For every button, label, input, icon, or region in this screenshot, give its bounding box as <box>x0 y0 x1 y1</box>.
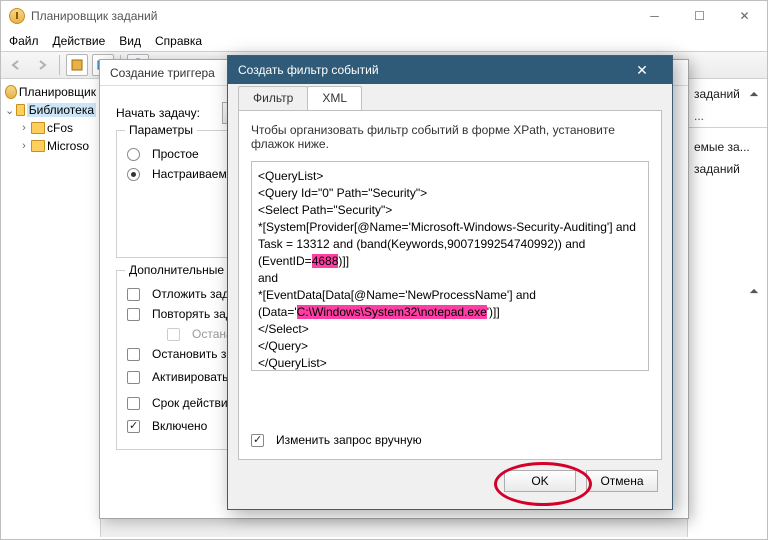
clock-icon <box>5 85 17 99</box>
tree-library[interactable]: ⌄Библиотека <box>1 101 100 119</box>
ok-button[interactable]: OK <box>504 470 576 492</box>
actions-item[interactable]: емые за... <box>692 136 763 158</box>
chevron-up-icon <box>747 87 761 101</box>
tab-body: Чтобы организовать фильтр событий в форм… <box>238 110 662 460</box>
maximize-button[interactable]: ☐ <box>677 2 722 30</box>
folder-icon <box>16 104 25 116</box>
expand-icon[interactable]: ⌄ <box>5 104 14 117</box>
start-label: Начать задачу: <box>116 106 216 120</box>
dialog-titlebar[interactable]: Создать фильтр событий ✕ <box>228 56 672 84</box>
tree-root[interactable]: Планировщик <box>1 83 100 101</box>
radio-icon <box>127 168 140 181</box>
modify-manually-check[interactable]: Изменить запрос вручную <box>251 433 422 447</box>
highlight-eventid: 4688 <box>312 254 339 268</box>
forward-button[interactable] <box>31 54 53 76</box>
dialog-title: Создание триггера <box>110 66 215 80</box>
app-icon <box>9 8 25 24</box>
actions-panel: заданий ... емые за... заданий <box>687 79 767 537</box>
menu-view[interactable]: Вид <box>119 34 141 48</box>
tabstrip: Фильтр XML <box>228 84 672 110</box>
actions-item[interactable]: заданий <box>692 83 763 105</box>
actions-dots: ... <box>692 105 763 119</box>
toolbar-btn-1[interactable] <box>66 54 88 76</box>
checkbox-icon <box>127 420 140 433</box>
window-title: Планировщик заданий <box>31 9 157 23</box>
checkbox-icon <box>251 434 264 447</box>
help-text: Чтобы организовать фильтр событий в форм… <box>251 123 649 151</box>
ok-highlight-ring: OK <box>504 470 576 492</box>
menu-file[interactable]: Файл <box>9 34 39 48</box>
radio-icon <box>127 148 140 161</box>
close-button[interactable]: ✕ <box>722 2 767 30</box>
dialog-title: Создать фильтр событий <box>238 63 379 77</box>
create-event-filter-dialog: Создать фильтр событий ✕ Фильтр XML Чтоб… <box>227 55 673 510</box>
tree-item[interactable]: ›Microso <box>1 137 100 155</box>
checkbox-icon <box>167 328 180 341</box>
tree-item[interactable]: ›cFos <box>1 119 100 137</box>
chevron-up-icon <box>747 284 761 298</box>
highlight-path: C:\Windows\System32\notepad.exe <box>297 305 487 319</box>
xml-query-box[interactable]: <QueryList> <Query Id="0" Path="Security… <box>251 161 649 371</box>
menu-action[interactable]: Действие <box>53 34 106 48</box>
actions-item[interactable]: заданий <box>692 158 763 180</box>
minimize-button[interactable]: ─ <box>632 2 677 30</box>
checkbox-icon <box>127 397 140 410</box>
checkbox-icon <box>127 348 140 361</box>
actions-item[interactable] <box>692 280 763 288</box>
group-legend: Параметры <box>125 123 197 137</box>
titlebar: Планировщик заданий ─ ☐ ✕ <box>1 1 767 31</box>
tree-panel: Планировщик ⌄Библиотека ›cFos ›Microso <box>1 79 101 537</box>
expand-icon[interactable]: › <box>19 140 29 152</box>
back-button[interactable] <box>5 54 27 76</box>
checkbox-icon <box>127 288 140 301</box>
folder-icon <box>31 140 45 152</box>
checkbox-icon <box>127 308 140 321</box>
checkbox-icon <box>127 371 140 384</box>
menu-help[interactable]: Справка <box>155 34 202 48</box>
folder-icon <box>31 122 45 134</box>
menubar: Файл Действие Вид Справка <box>1 31 767 51</box>
tab-filter[interactable]: Фильтр <box>238 86 308 110</box>
expand-icon[interactable]: › <box>19 122 29 134</box>
cancel-button[interactable]: Отмена <box>586 470 658 492</box>
tab-xml[interactable]: XML <box>307 86 362 110</box>
close-button[interactable]: ✕ <box>622 62 662 79</box>
